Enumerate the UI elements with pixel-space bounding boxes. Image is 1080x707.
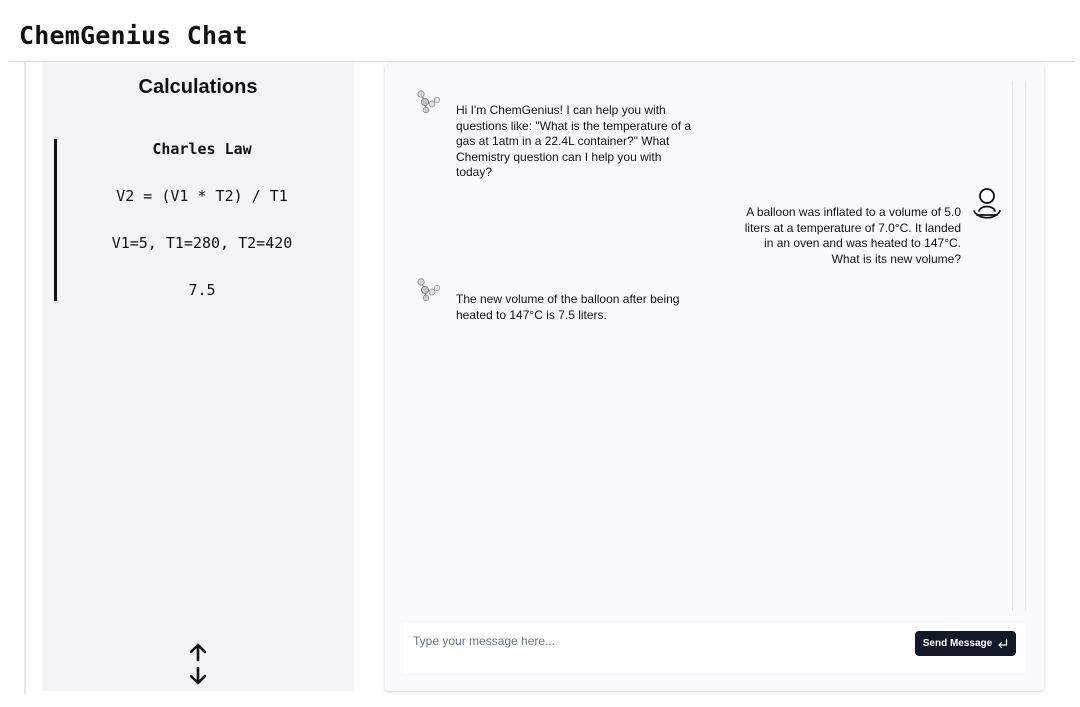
left-rule — [24, 62, 26, 694]
send-message-label: Send Message — [922, 638, 993, 649]
calculation-block: Charles Law V2 = (V1 * T2) / T1 V1=5, T1… — [54, 139, 347, 301]
bot-message: The new volume of the balloon after bein… — [456, 292, 680, 322]
user-message: A balloon was inflated to a volume of 5.… — [744, 205, 961, 266]
calculation-law-name: Charles Law — [152, 140, 252, 158]
chat-panel: Hi I'm ChemGenius! I can help you with q… — [385, 63, 1044, 691]
calculation-variables: V1=5, T1=280, T2=420 — [111, 234, 293, 252]
calculation-result: 7.5 — [188, 281, 216, 299]
message-input[interactable] — [404, 623, 913, 659]
app-title: ChemGenius Chat — [19, 21, 248, 50]
molecule-icon — [413, 275, 443, 305]
bot-message: Hi I'm ChemGenius! I can help you with q… — [456, 103, 692, 180]
calculation-formula: V2 = (V1 * T2) / T1 — [116, 187, 288, 205]
message-composer: Send Message — [404, 623, 1025, 673]
calculations-panel: Calculations Charles Law V2 = (V1 * T2) … — [42, 62, 354, 691]
send-message-button[interactable]: Send Message — [915, 631, 1016, 656]
user-icon — [971, 187, 1003, 221]
return-arrow-icon — [997, 638, 1008, 649]
calculations-title: Calculations — [138, 76, 258, 98]
chat-scrollbar[interactable] — [1012, 81, 1026, 611]
up-down-arrows-icon[interactable] — [186, 642, 210, 686]
molecule-icon — [413, 87, 443, 117]
